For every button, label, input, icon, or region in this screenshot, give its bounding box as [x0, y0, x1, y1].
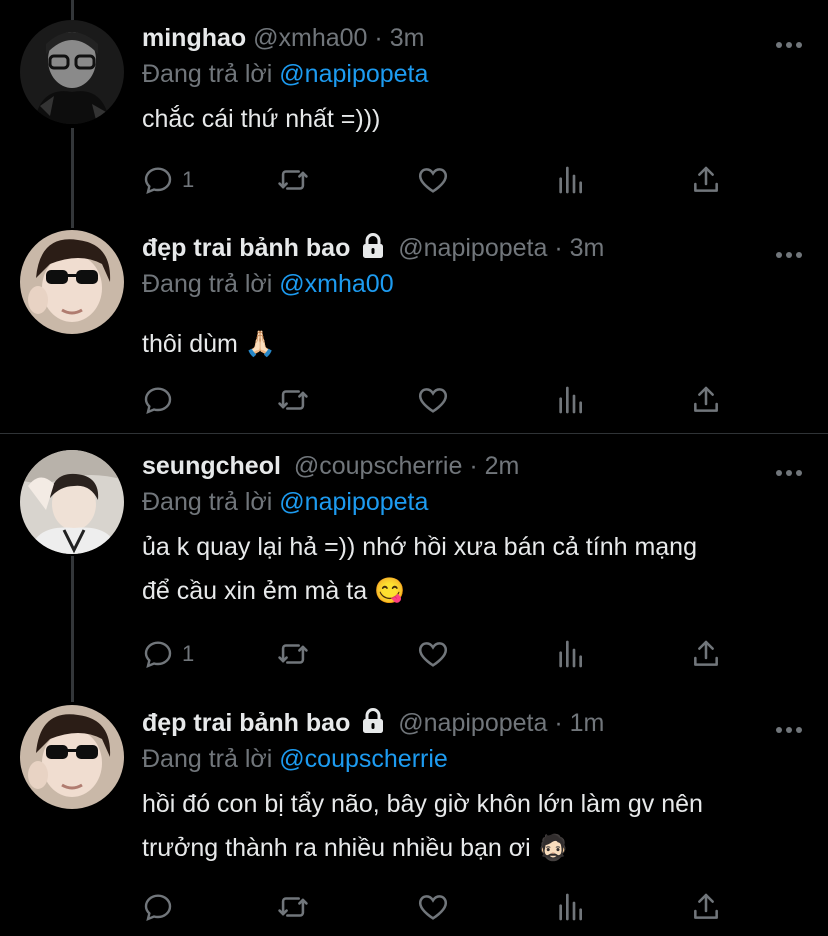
separator-dot: · — [469, 452, 478, 480]
heart-icon — [418, 168, 448, 193]
share-icon — [694, 386, 718, 412]
replying-to: Đang trả lời @napipopeta — [142, 484, 808, 520]
views-icon — [559, 640, 582, 668]
share-icon — [694, 166, 718, 192]
tweet-text-line: hồi đó con bị tẩy não, bây giờ khôn lớn … — [142, 790, 703, 818]
retweet-icon — [278, 170, 308, 190]
tweet-text-line: ủa k quay lại hả =)) nhớ hồi xưa bán cả … — [142, 533, 697, 561]
share-icon — [694, 640, 718, 666]
author-handle[interactable]: @xmha00 — [253, 24, 367, 52]
reply-icon — [144, 387, 172, 415]
views-button[interactable] — [554, 380, 586, 420]
reply-icon — [144, 167, 172, 195]
tweet-text-line: chắc cái thứ nhất =))) — [142, 105, 381, 133]
separator-dot: · — [374, 24, 383, 52]
author-handle[interactable]: @coupscherrie — [294, 452, 463, 480]
tweet-text: hồi đó con bị tẩy não, bây giờ khôn lớn … — [142, 782, 808, 870]
replying-prefix: Đang trả lời — [142, 60, 273, 88]
author-name[interactable]: đẹp trai bảnh bao — [142, 709, 350, 737]
replying-mention[interactable]: @coupscherrie — [279, 745, 448, 773]
views-icon — [559, 386, 582, 414]
share-button[interactable] — [690, 160, 722, 200]
reply-icon — [144, 641, 172, 669]
timestamp[interactable]: 2m — [485, 452, 520, 480]
avatar[interactable] — [20, 450, 124, 554]
timestamp[interactable]: 1m — [570, 709, 605, 737]
like-button[interactable] — [416, 380, 450, 420]
retweet-button[interactable] — [276, 634, 310, 674]
retweet-button[interactable] — [276, 380, 310, 420]
author-name[interactable]: seungcheol — [142, 452, 281, 480]
replying-prefix: Đang trả lời — [142, 488, 273, 516]
like-button[interactable] — [416, 634, 450, 674]
replying-prefix: Đang trả lời — [142, 270, 273, 298]
avatar[interactable] — [20, 705, 124, 809]
retweet-icon — [278, 897, 308, 917]
replying-prefix: Đang trả lời — [142, 745, 273, 773]
tweet-text-line: để cầu xin ẻm mà ta 😋 — [142, 577, 406, 605]
retweet-icon — [278, 644, 308, 664]
author-handle[interactable]: @napipopeta — [398, 709, 547, 737]
avatar[interactable] — [20, 20, 124, 124]
reply-count: 1 — [182, 167, 195, 192]
like-button[interactable] — [416, 887, 450, 927]
tweet[interactable]: đẹp trai bảnh bao @napipopeta · 1m Đang … — [0, 705, 828, 936]
more-icon[interactable] — [776, 246, 802, 264]
replying-to: Đang trả lời @coupscherrie — [142, 741, 808, 777]
separator-dot: · — [554, 709, 563, 737]
reply-button[interactable]: 1 — [142, 160, 194, 200]
replying-mention[interactable]: @napipopeta — [279, 60, 428, 88]
timestamp[interactable]: 3m — [570, 234, 605, 262]
reply-count: 1 — [182, 641, 195, 666]
heart-icon — [418, 895, 448, 920]
reply-button[interactable] — [142, 887, 182, 927]
retweet-button[interactable] — [276, 887, 310, 927]
tweet-text-line: trưởng thành ra nhiều nhiều bạn ơi 🧔🏻 — [142, 834, 569, 862]
reply-button[interactable] — [142, 380, 182, 420]
heart-icon — [418, 642, 448, 667]
views-button[interactable] — [554, 634, 586, 674]
author-name[interactable]: đẹp trai bảnh bao — [142, 234, 350, 262]
views-icon — [559, 166, 582, 194]
tweet[interactable]: minghao @xmha00 · 3m Đang trả lời @napip… — [0, 20, 828, 220]
share-icon — [694, 893, 718, 919]
views-button[interactable] — [554, 160, 586, 200]
replying-mention[interactable]: @napipopeta — [279, 488, 428, 516]
timestamp[interactable]: 3m — [390, 24, 425, 52]
lock-icon — [361, 708, 385, 744]
separator-dot: · — [554, 234, 563, 262]
views-button[interactable] — [554, 887, 586, 927]
more-icon[interactable] — [776, 36, 802, 54]
views-icon — [559, 893, 582, 921]
like-button[interactable] — [416, 160, 450, 200]
replying-to: Đang trả lời @xmha00 — [142, 266, 808, 302]
author-handle[interactable]: @napipopeta — [398, 234, 547, 262]
tweet-text: ủa k quay lại hả =)) nhớ hồi xưa bán cả … — [142, 525, 808, 613]
tweet-text: thôi dùm 🙏🏻 — [142, 322, 808, 366]
retweet-button[interactable] — [276, 160, 310, 200]
reply-icon — [144, 894, 172, 922]
heart-icon — [418, 388, 448, 413]
tweet[interactable]: seungcheol @coupscherrie · 2m Đang trả l… — [0, 448, 828, 688]
tweet-text: chắc cái thứ nhất =))) — [142, 97, 808, 141]
divider — [0, 433, 828, 434]
reply-button[interactable]: 1 — [142, 634, 194, 674]
lock-icon — [361, 233, 385, 269]
author-name[interactable]: minghao — [142, 24, 246, 52]
share-button[interactable] — [690, 634, 722, 674]
tweet-text-line: thôi dùm 🙏🏻 — [142, 330, 276, 358]
replying-to: Đang trả lời @napipopeta — [142, 56, 808, 92]
retweet-icon — [278, 390, 308, 410]
more-icon[interactable] — [776, 721, 802, 739]
share-button[interactable] — [690, 380, 722, 420]
replying-mention[interactable]: @xmha00 — [279, 270, 393, 298]
share-button[interactable] — [690, 887, 722, 927]
avatar[interactable] — [20, 230, 124, 334]
more-icon[interactable] — [776, 464, 802, 482]
tweet[interactable]: đẹp trai bảnh bao @napipopeta · 3m Đang … — [0, 230, 828, 430]
thread-line — [71, 0, 74, 20]
